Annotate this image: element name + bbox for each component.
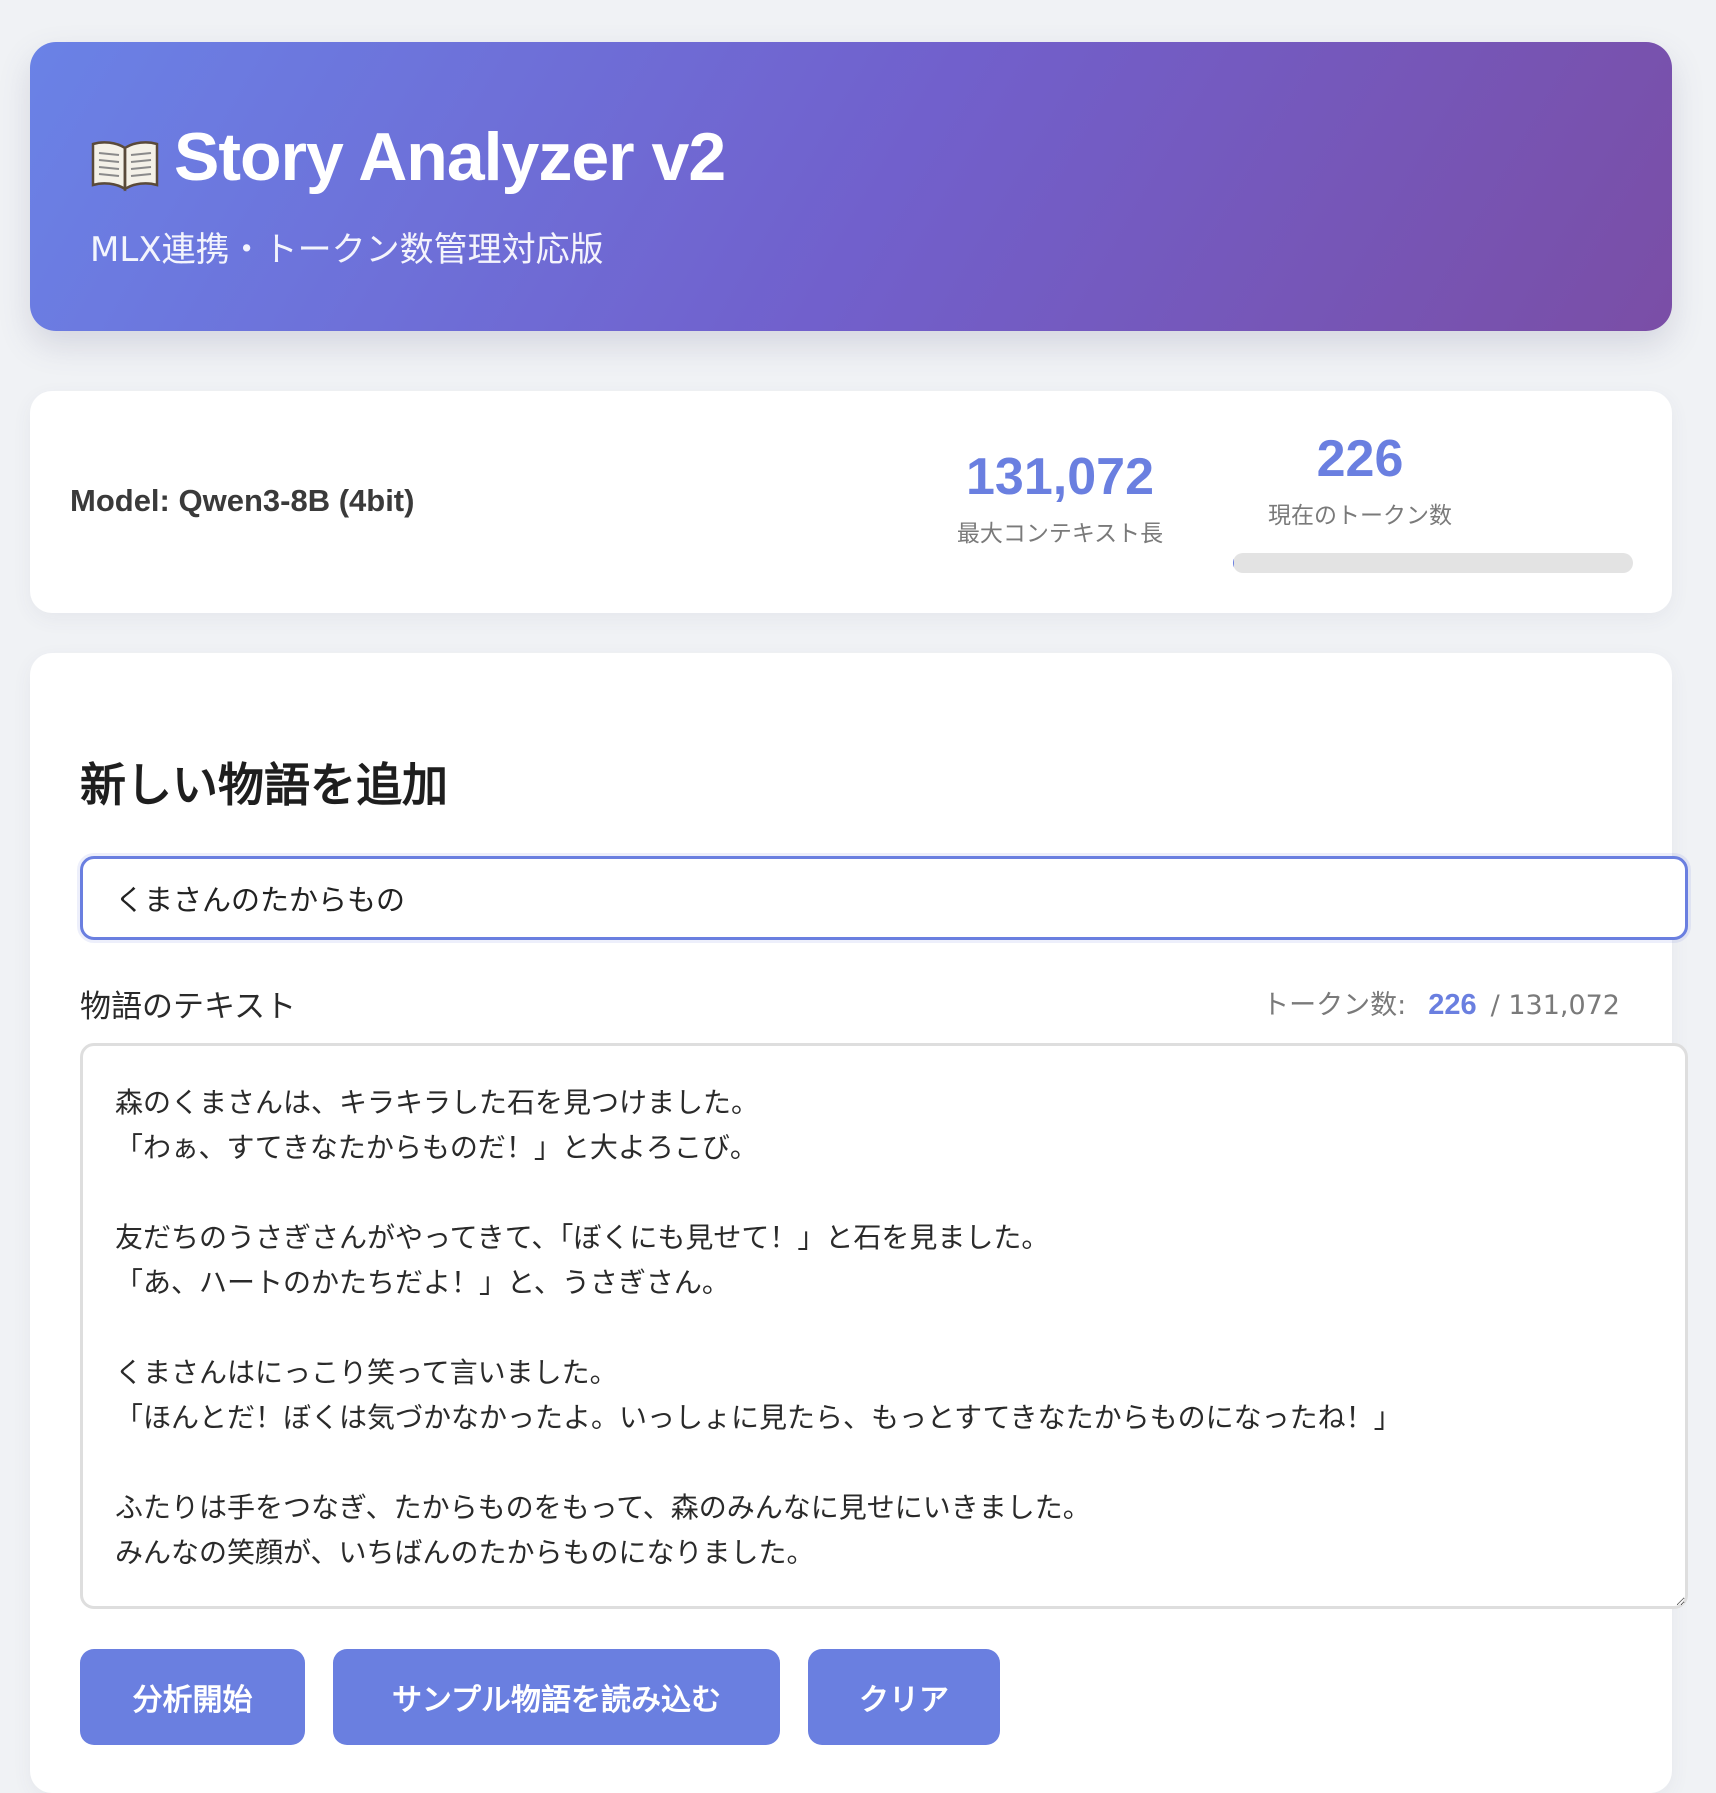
app-title: Story Analyzer v2 <box>90 112 726 202</box>
book-icon <box>90 130 160 192</box>
app-title-text: Story Analyzer v2 <box>174 119 726 195</box>
current-tokens-caption: 現在のトークン数 <box>1268 503 1452 530</box>
token-counter-value: 226 <box>1428 989 1477 1021</box>
max-context-caption: 最大コンテキスト長 <box>956 521 1164 548</box>
model-stats-card: Model: Qwen3-8B (4bit) 131,072 最大コンテキスト長… <box>30 391 1672 613</box>
token-usage-progress-bar <box>1233 553 1633 573</box>
current-tokens-value: 226 <box>1316 430 1404 488</box>
model-label: Model: Qwen3-8B (4bit) <box>70 483 415 518</box>
add-story-form: 新しい物語を追加 物語のテキスト トークン数: 226 / 131,072 森の… <box>30 653 1688 1793</box>
story-text-label: 物語のテキスト <box>80 989 297 1025</box>
current-tokens-stat: 226 現在のトークン数 <box>1230 430 1490 530</box>
max-context-stat: 131,072 最大コンテキスト長 <box>930 448 1190 548</box>
story-text-area[interactable]: 森のくまさんは、キラキラした石を見つけました。 「わぁ、すてきなたからものだ！」… <box>80 1043 1688 1609</box>
story-title-input[interactable] <box>80 856 1688 940</box>
token-counter-label: トークン数: <box>1262 990 1407 1021</box>
app-header: Story Analyzer v2 MLX連携・トークン数管理対応版 <box>30 42 1672 331</box>
clear-button[interactable]: クリア <box>808 1649 1000 1745</box>
token-usage-progress-fill <box>1233 553 1234 573</box>
action-buttons: 分析開始 サンプル物語を読み込む クリア <box>80 1649 1000 1745</box>
token-counter-max: / 131,072 <box>1490 990 1620 1021</box>
form-heading: 新しい物語を追加 <box>80 758 448 812</box>
analyze-button[interactable]: 分析開始 <box>80 1649 305 1745</box>
app-subtitle: MLX連携・トークン数管理対応版 <box>90 230 604 270</box>
load-sample-button[interactable]: サンプル物語を読み込む <box>333 1649 780 1745</box>
max-context-value: 131,072 <box>966 448 1154 506</box>
token-counter: トークン数: 226 / 131,072 <box>1262 983 1620 1022</box>
